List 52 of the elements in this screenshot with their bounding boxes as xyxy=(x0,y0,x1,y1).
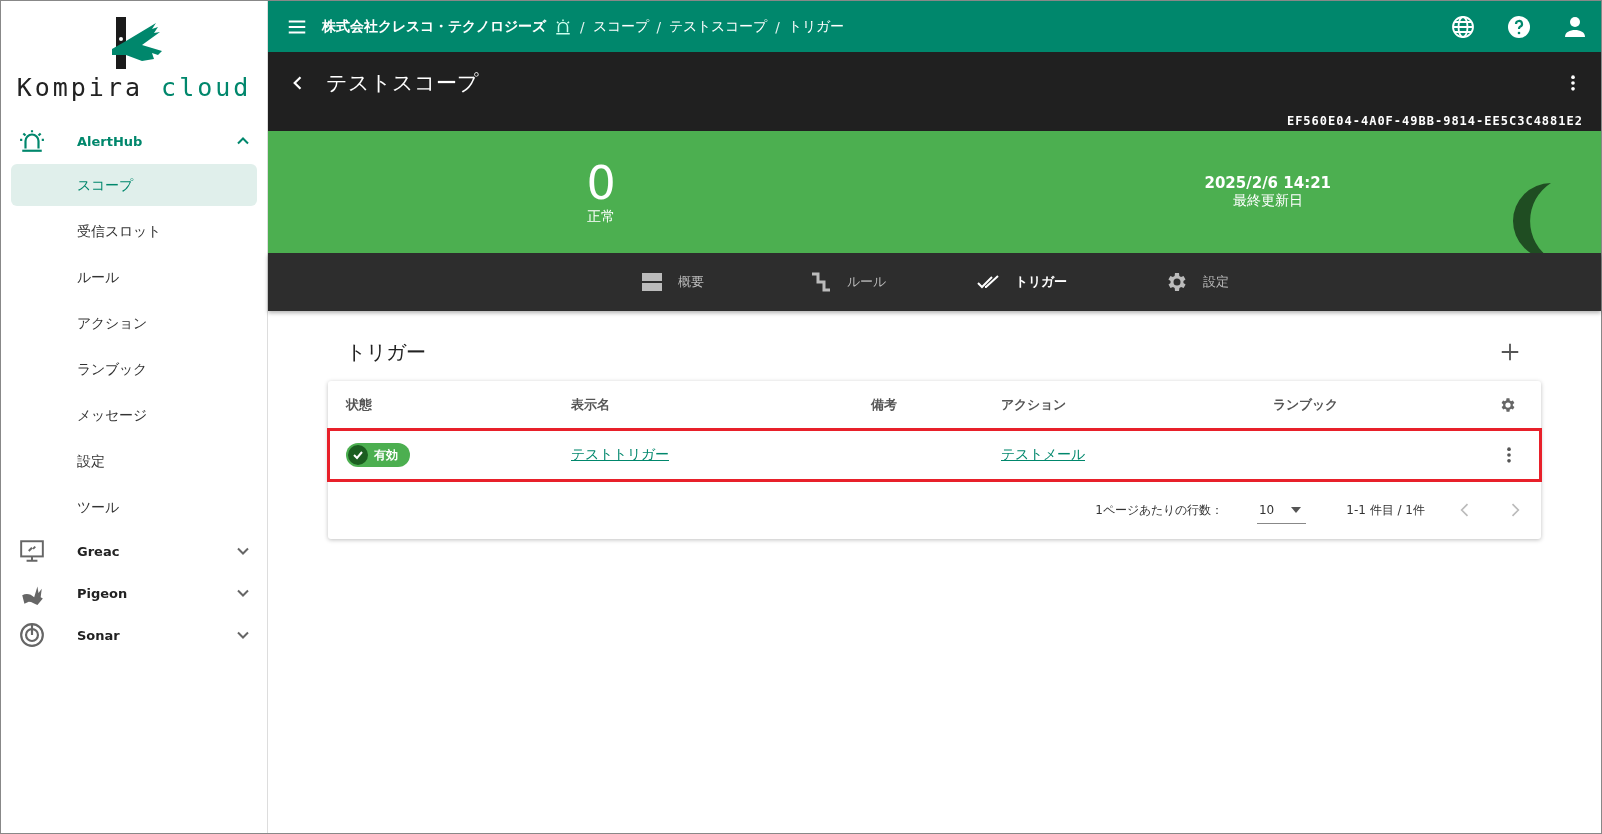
check-circle-icon xyxy=(348,445,368,465)
breadcrumb-link[interactable]: テストスコープ xyxy=(669,17,768,36)
breadcrumb-separator: / xyxy=(656,18,662,35)
tab[interactable]: 設定 xyxy=(1124,253,1270,311)
rows-per-page-label: 1ページあたりの行数： xyxy=(1095,501,1223,519)
stacked-bars-icon xyxy=(640,270,664,294)
tab[interactable]: ルール xyxy=(774,253,920,311)
tab[interactable]: トリガー xyxy=(949,253,1095,311)
monitor-icon xyxy=(19,538,45,564)
page-range: 1-1 件目 / 1件 xyxy=(1346,501,1425,519)
sidebar-item[interactable]: ツール xyxy=(11,486,257,528)
sidebar-item[interactable]: アクション xyxy=(11,302,257,344)
sidebar-item[interactable]: 受信スロット xyxy=(11,210,257,252)
globe-icon[interactable] xyxy=(1451,14,1475,39)
plus-icon[interactable] xyxy=(1499,341,1521,363)
column-header: アクション xyxy=(1000,395,1067,414)
sidebar-item[interactable]: メッセージ xyxy=(11,394,257,436)
siren-icon xyxy=(19,128,45,154)
sidebar-group-header[interactable]: Sonar xyxy=(1,614,267,656)
updated-label: 最終更新日 xyxy=(1232,192,1303,210)
breadcrumb-link[interactable]: トリガー xyxy=(787,17,844,36)
page-title: テストスコープ xyxy=(326,70,480,97)
help-icon[interactable] xyxy=(1507,14,1531,39)
sidebar-item[interactable]: スコープ xyxy=(11,164,257,206)
sidebar-item[interactable]: ランブック xyxy=(11,348,257,390)
sidebar-item[interactable]: 設定 xyxy=(11,440,257,482)
action-link[interactable]: テストメール xyxy=(1001,446,1085,464)
column-header: 状態 xyxy=(344,395,373,414)
scope-id: EF560E04-4A0F-49BB-9814-EE5C3C4881E2 xyxy=(1286,114,1583,128)
user-icon[interactable] xyxy=(1563,14,1587,39)
status-label: 正常 xyxy=(587,208,616,226)
siren-icon xyxy=(554,17,572,36)
settings-icon[interactable] xyxy=(1499,396,1517,414)
rows-per-page-select[interactable]: 10 xyxy=(1257,496,1307,524)
column-header: 備考 xyxy=(870,395,898,414)
breadcrumb-separator: / xyxy=(775,18,780,35)
sidebar-item[interactable]: ルール xyxy=(11,256,257,298)
sidebar-group-header[interactable]: Pigeon xyxy=(1,572,267,614)
logo-wordmark: Kompira cloud xyxy=(16,73,252,102)
sidebar-group-header[interactable]: Greac xyxy=(1,530,267,572)
section-title: トリガー xyxy=(346,338,426,366)
tab[interactable]: 概要 xyxy=(599,253,745,311)
alert-count: 0 xyxy=(586,158,616,208)
sidebar-group-header[interactable]: AlertHub xyxy=(1,120,267,162)
breadcrumb-separator: / xyxy=(580,18,585,35)
organization-name[interactable]: 株式会社クレスコ・テクノロジーズ xyxy=(322,17,546,36)
dropdown-caret-icon xyxy=(1290,505,1303,514)
column-header: 表示名 xyxy=(570,395,611,414)
breadcrumb-link[interactable]: スコープ xyxy=(592,17,649,36)
updated-time: 2025/2/6 14:21 xyxy=(1204,174,1332,192)
trigger-link[interactable]: テストトリガー xyxy=(571,446,669,464)
column-header: ランブック xyxy=(1272,395,1339,414)
